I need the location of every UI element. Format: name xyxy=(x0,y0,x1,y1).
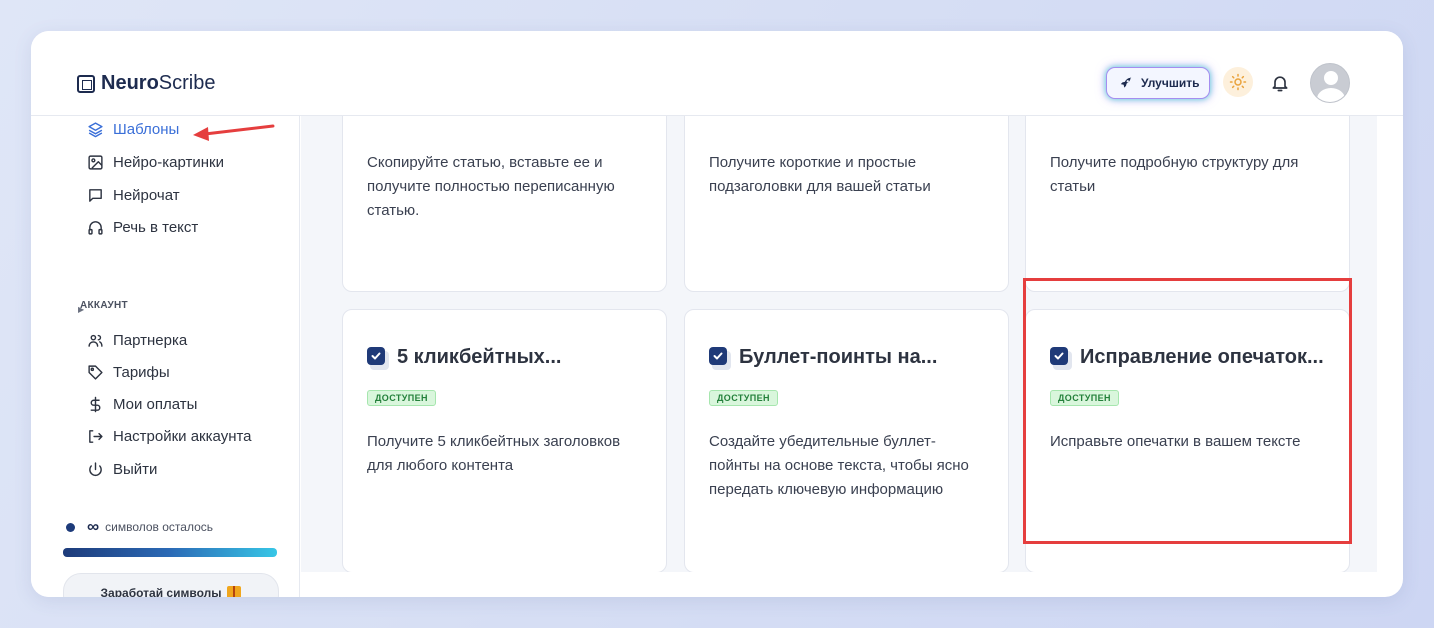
chat-icon xyxy=(89,189,102,202)
brand-logo[interactable]: NeuroScribe xyxy=(77,72,216,95)
card-title-text: Исправление опечаток... xyxy=(1080,346,1324,368)
template-card[interactable]: Скопируйте статью, вставьте ее и получит… xyxy=(342,116,667,292)
card-title-text: 5 кликбейтных... xyxy=(397,346,562,368)
image-icon xyxy=(88,155,103,170)
users-icon xyxy=(88,334,103,347)
upgrade-label: Улучшить xyxy=(1141,76,1200,90)
sidebar-item-payments[interactable]: Мои оплаты xyxy=(87,396,197,413)
checkbox-icon xyxy=(1050,346,1072,370)
sidebar-item-neuro-images[interactable]: Нейро-картинки xyxy=(87,154,224,171)
sidebar-item-label: Речь в текст xyxy=(113,219,199,236)
card-title: 5 кликбейтных... xyxy=(367,346,562,370)
earn-credits-label: Заработай символы xyxy=(100,586,222,597)
template-card-bullet-points[interactable]: Буллет-поинты на... ДОСТУПЕН Создайте уб… xyxy=(684,309,1009,572)
sidebar-item-label: Партнерка xyxy=(113,332,188,349)
section-label-account: АККАУНТ xyxy=(80,300,128,311)
template-card[interactable]: Получите подробную структуру для статьи xyxy=(1025,116,1350,292)
status-badge: ДОСТУПЕН xyxy=(367,390,436,406)
logo-icon xyxy=(77,74,95,93)
brand-bold: Neuro xyxy=(101,72,159,94)
sidebar-item-label: Нейро-картинки xyxy=(113,154,224,171)
headphones-icon xyxy=(88,221,103,235)
templates-grid: Скопируйте статью, вставьте ее и получит… xyxy=(301,116,1377,572)
caret-right-icon[interactable]: ▶ xyxy=(78,305,84,314)
arrow-annotation-icon xyxy=(193,124,275,141)
credits-progress-bar xyxy=(63,548,277,557)
avatar[interactable] xyxy=(1310,63,1350,103)
card-title: Исправление опечаток... xyxy=(1050,346,1324,370)
status-badge: ДОСТУПЕН xyxy=(1050,390,1119,406)
sidebar-item-logout[interactable]: Выйти xyxy=(87,461,157,478)
app-window: NeuroScribe Улучшить Шаблоны Нейро-карти… xyxy=(31,31,1403,597)
power-icon xyxy=(89,462,102,477)
sidebar-item-account-settings[interactable]: Настройки аккаунта xyxy=(87,428,252,445)
sidebar-item-label: Шаблоны xyxy=(113,121,180,138)
bell-icon xyxy=(1272,76,1288,92)
sidebar-item-tariffs[interactable]: Тарифы xyxy=(87,364,170,381)
sidebar-item-templates[interactable]: Шаблоны xyxy=(87,121,179,138)
sidebar-item-label: Тарифы xyxy=(113,364,170,381)
credits-text: символов осталось xyxy=(105,520,214,534)
status-dot xyxy=(66,522,75,532)
earn-credits-button[interactable]: Заработай символы xyxy=(63,573,279,597)
gift-icon xyxy=(227,586,242,597)
tag-icon xyxy=(88,365,103,380)
layers-icon xyxy=(88,122,103,138)
checkbox-icon xyxy=(709,346,731,370)
card-description: Получите короткие и простые подзаголовки… xyxy=(709,154,931,195)
card-title-text: Буллет-поинты на... xyxy=(739,346,938,368)
sidebar-item-speech-to-text[interactable]: Речь в текст xyxy=(87,219,198,236)
theme-toggle[interactable] xyxy=(1223,67,1253,97)
card-description: Создайте убедительные буллет-пойнты на о… xyxy=(709,433,969,498)
status-badge: ДОСТУПЕН xyxy=(709,390,778,406)
sidebar-item-label: Нейрочат xyxy=(113,187,180,204)
sidebar-item-label: Настройки аккаунта xyxy=(113,428,252,445)
sidebar-item-label: Выйти xyxy=(113,461,158,478)
card-description: Получите подробную структуру для статьи xyxy=(1050,154,1299,195)
sidebar-item-label: Мои оплаты xyxy=(113,396,198,413)
header: NeuroScribe Улучшить xyxy=(31,31,1403,116)
template-card-typo-fix[interactable]: Исправление опечаток... ДОСТУПЕН Исправь… xyxy=(1025,309,1350,572)
login-icon xyxy=(89,430,103,443)
template-card[interactable]: Получите короткие и простые подзаголовки… xyxy=(684,116,1009,292)
credits-symbol: ∞ xyxy=(87,517,100,536)
template-card-clickbait[interactable]: 5 кликбейтных... ДОСТУПЕН Получите 5 кли… xyxy=(342,309,667,572)
credits-status: ∞ символов осталось xyxy=(66,517,214,536)
sidebar-item-partner[interactable]: Партнерка xyxy=(87,332,187,349)
card-title: Буллет-поинты на... xyxy=(709,346,938,370)
dollar-icon xyxy=(90,396,101,413)
sun-icon xyxy=(1229,73,1247,91)
rocket-icon xyxy=(1120,77,1132,88)
sidebar: Шаблоны Нейро-картинки Нейрочат Речь в т… xyxy=(31,116,300,597)
upgrade-button[interactable]: Улучшить xyxy=(1106,67,1211,99)
brand-light: Scribe xyxy=(158,72,216,94)
card-description: Исправьте опечатки в вашем тексте xyxy=(1050,433,1301,450)
notifications-button[interactable] xyxy=(1268,71,1292,95)
sidebar-item-neurochat[interactable]: Нейрочат xyxy=(87,187,180,204)
checkbox-icon xyxy=(367,346,389,370)
card-description: Получите 5 кликбейтных заголовков для лю… xyxy=(367,433,621,474)
card-description: Скопируйте статью, вставьте ее и получит… xyxy=(367,154,615,219)
